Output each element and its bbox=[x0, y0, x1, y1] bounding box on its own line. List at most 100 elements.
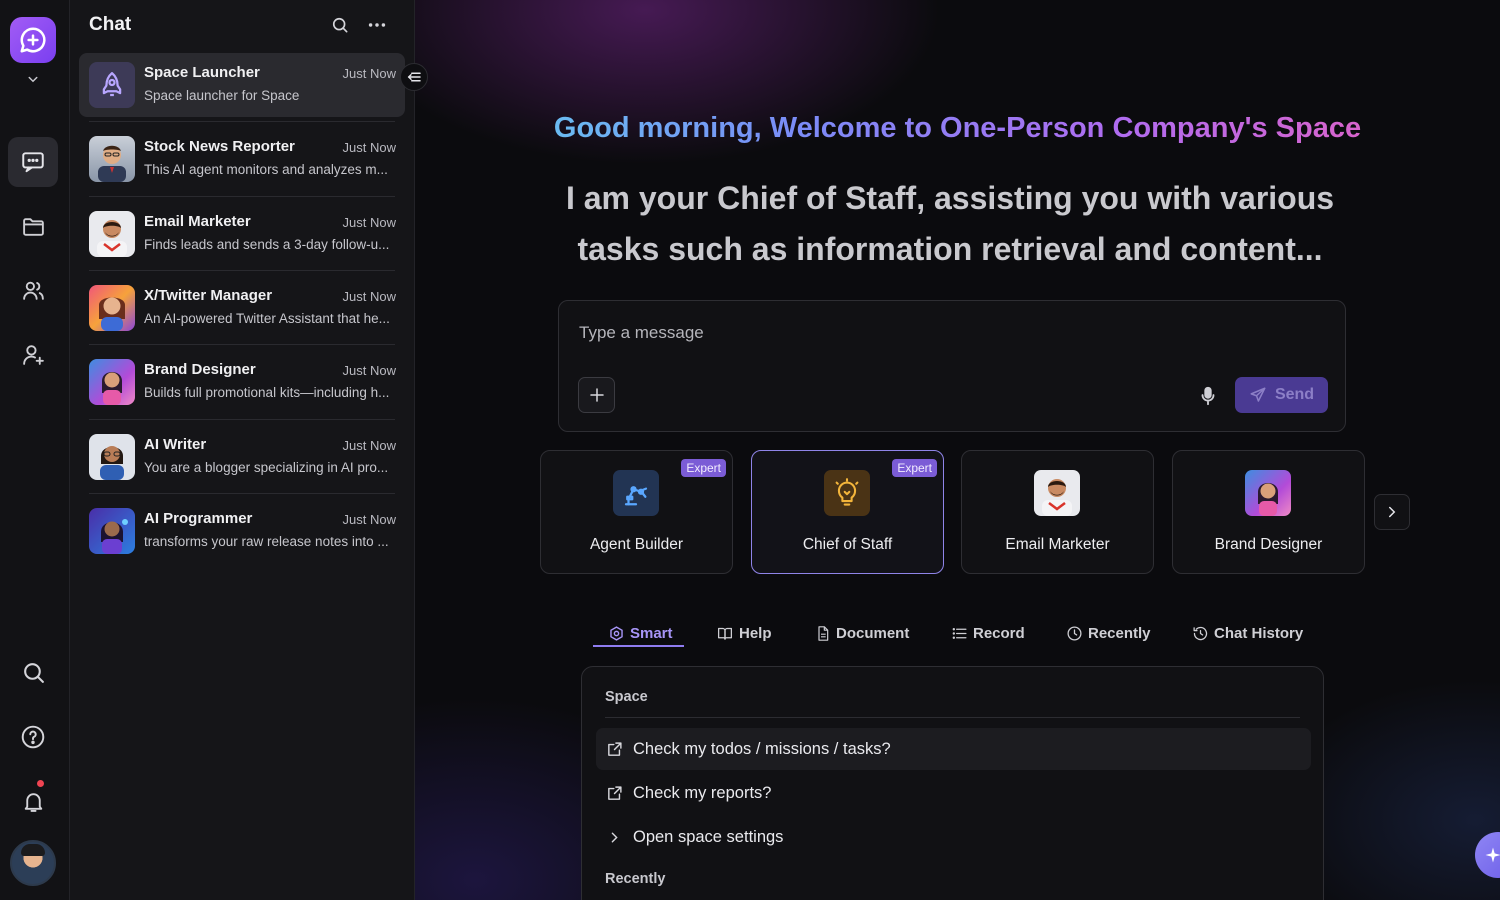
smart-icon bbox=[610, 625, 623, 641]
external-link-icon bbox=[608, 785, 622, 800]
brand-designer-avatar bbox=[1245, 470, 1291, 516]
rail-add-user-button[interactable] bbox=[8, 329, 58, 379]
users-icon bbox=[22, 281, 44, 300]
suggestions-card: Space Check my todos / missions / tasks?… bbox=[581, 666, 1324, 900]
chevron-right-icon bbox=[611, 832, 618, 842]
rail-chat-button[interactable] bbox=[8, 137, 58, 187]
agents-next-button[interactable] bbox=[1374, 494, 1410, 530]
tab-record[interactable]: Record bbox=[951, 618, 1025, 648]
clock-icon bbox=[1067, 625, 1082, 641]
tab-recently[interactable]: Recently bbox=[1066, 618, 1151, 648]
panel-title: Chat bbox=[89, 14, 132, 35]
chat-name: AI Writer bbox=[144, 436, 207, 453]
suggestion-label: Open space settings bbox=[633, 827, 784, 846]
message-composer: Send bbox=[558, 300, 1346, 432]
email-marketer-avatar bbox=[89, 211, 135, 257]
collapse-panel-button[interactable] bbox=[400, 63, 428, 91]
email-marketer-avatar bbox=[1034, 470, 1080, 516]
help-circle-icon bbox=[21, 725, 45, 749]
history-icon bbox=[1193, 626, 1208, 640]
expert-badge: Expert bbox=[681, 459, 726, 477]
agent-card-email-marketer[interactable]: Email Marketer bbox=[961, 450, 1154, 574]
agent-card-brand-designer[interactable]: Brand Designer bbox=[1172, 450, 1365, 574]
list-icon bbox=[952, 627, 967, 639]
left-rail bbox=[0, 0, 70, 900]
chat-name: Email Marketer bbox=[144, 213, 251, 230]
collapse-menu-icon bbox=[407, 72, 421, 82]
send-icon bbox=[1250, 387, 1266, 402]
robot-arm-icon bbox=[613, 470, 659, 516]
attach-button[interactable] bbox=[578, 377, 615, 413]
tab-label: Smart bbox=[630, 624, 673, 642]
chat-time: Just Now bbox=[342, 363, 396, 378]
section-label-space: Space bbox=[605, 689, 648, 705]
chat-name: Stock News Reporter bbox=[144, 138, 295, 155]
suggestion-open-space-settings[interactable]: Open space settings bbox=[596, 816, 1311, 858]
search-icon bbox=[23, 662, 44, 683]
suggestion-label: Check my reports? bbox=[633, 783, 772, 802]
chat-item[interactable]: Email Marketer Just Now Finds leads and … bbox=[79, 196, 405, 266]
workspace-chevron-down-icon[interactable] bbox=[24, 70, 42, 88]
tab-label: Help bbox=[739, 624, 772, 642]
chat-item[interactable]: Space Launcher Just Now Space launcher f… bbox=[79, 53, 405, 117]
ai-programmer-avatar bbox=[89, 508, 135, 554]
chat-preview: This AI agent monitors and analyzes m... bbox=[144, 162, 388, 177]
suggestion-check-reports[interactable]: Check my reports? bbox=[596, 772, 1311, 814]
section-label-recently: Recently bbox=[605, 871, 666, 887]
rail-search-button[interactable] bbox=[8, 647, 58, 697]
chat-preview: Finds leads and sends a 3-day follow-u..… bbox=[144, 237, 390, 252]
chat-time: Just Now bbox=[342, 215, 396, 230]
book-icon bbox=[717, 627, 733, 640]
rail-team-button[interactable] bbox=[8, 265, 58, 315]
chat-preview: You are a blogger specializing in AI pro… bbox=[144, 460, 389, 475]
tab-smart[interactable]: Smart bbox=[608, 618, 673, 648]
chat-preview: An AI-powered Twitter Assistant that he.… bbox=[144, 311, 390, 326]
user-avatar[interactable] bbox=[10, 840, 56, 886]
tab-help[interactable]: Help bbox=[716, 618, 772, 648]
tab-label: Record bbox=[973, 624, 1025, 642]
chat-preview: Space launcher for Space bbox=[144, 88, 300, 103]
tab-chat-history[interactable]: Chat History bbox=[1192, 618, 1303, 648]
chat-item[interactable]: AI Writer Just Now You are a blogger spe… bbox=[79, 419, 405, 489]
chat-time: Just Now bbox=[342, 140, 396, 155]
chat-search-icon[interactable] bbox=[330, 15, 350, 35]
message-input[interactable] bbox=[579, 323, 1179, 343]
rocket-icon bbox=[89, 62, 135, 108]
send-label: Send bbox=[1274, 386, 1315, 403]
more-options-icon[interactable] bbox=[366, 15, 388, 35]
expert-badge: Expert bbox=[892, 459, 937, 477]
chat-item[interactable]: AI Programmer Just Now transforms your r… bbox=[79, 493, 405, 563]
rail-files-button[interactable] bbox=[8, 201, 58, 251]
tab-document[interactable]: Document bbox=[815, 618, 909, 648]
agent-card-agent-builder[interactable]: Expert Agent Builder bbox=[540, 450, 733, 574]
agent-label: Brand Designer bbox=[1214, 536, 1323, 553]
chat-time: Just Now bbox=[342, 66, 396, 81]
rail-help-button[interactable] bbox=[8, 712, 58, 762]
chat-item[interactable]: X/Twitter Manager Just Now An AI-powered… bbox=[79, 270, 405, 340]
brand-designer-avatar bbox=[89, 359, 135, 405]
chat-time: Just Now bbox=[342, 438, 396, 453]
suggestion-check-todos[interactable]: Check my todos / missions / tasks? bbox=[596, 728, 1311, 770]
chat-time: Just Now bbox=[342, 289, 396, 304]
agent-card-chief-of-staff[interactable]: Expert Chief of Staff bbox=[751, 450, 944, 574]
document-icon bbox=[818, 625, 829, 641]
main-area: Good morning, Welcome to One-Person Comp… bbox=[415, 0, 1500, 900]
notification-dot bbox=[37, 780, 44, 787]
send-button[interactable]: Send bbox=[1235, 377, 1328, 413]
app-logo[interactable] bbox=[10, 17, 56, 63]
chat-item[interactable]: Stock News Reporter Just Now This AI age… bbox=[79, 121, 405, 191]
agent-label: Email Marketer bbox=[1005, 536, 1110, 553]
greeting-heading: Good morning, Welcome to One-Person Comp… bbox=[415, 112, 1500, 145]
plus-icon bbox=[589, 388, 604, 402]
rail-notifications-button[interactable] bbox=[8, 776, 58, 826]
chat-item[interactable]: Brand Designer Just Now Builds full prom… bbox=[79, 344, 405, 414]
chat-plus-icon bbox=[20, 27, 46, 53]
chat-name: X/Twitter Manager bbox=[144, 287, 273, 304]
chevron-right-icon bbox=[1389, 506, 1396, 518]
tab-label: Document bbox=[836, 624, 910, 642]
sparkle-icon bbox=[1485, 847, 1500, 863]
microphone-icon[interactable] bbox=[1197, 385, 1219, 407]
agent-label: Chief of Staff bbox=[802, 536, 893, 553]
external-link-icon bbox=[608, 741, 622, 756]
tab-label: Recently bbox=[1088, 624, 1151, 642]
